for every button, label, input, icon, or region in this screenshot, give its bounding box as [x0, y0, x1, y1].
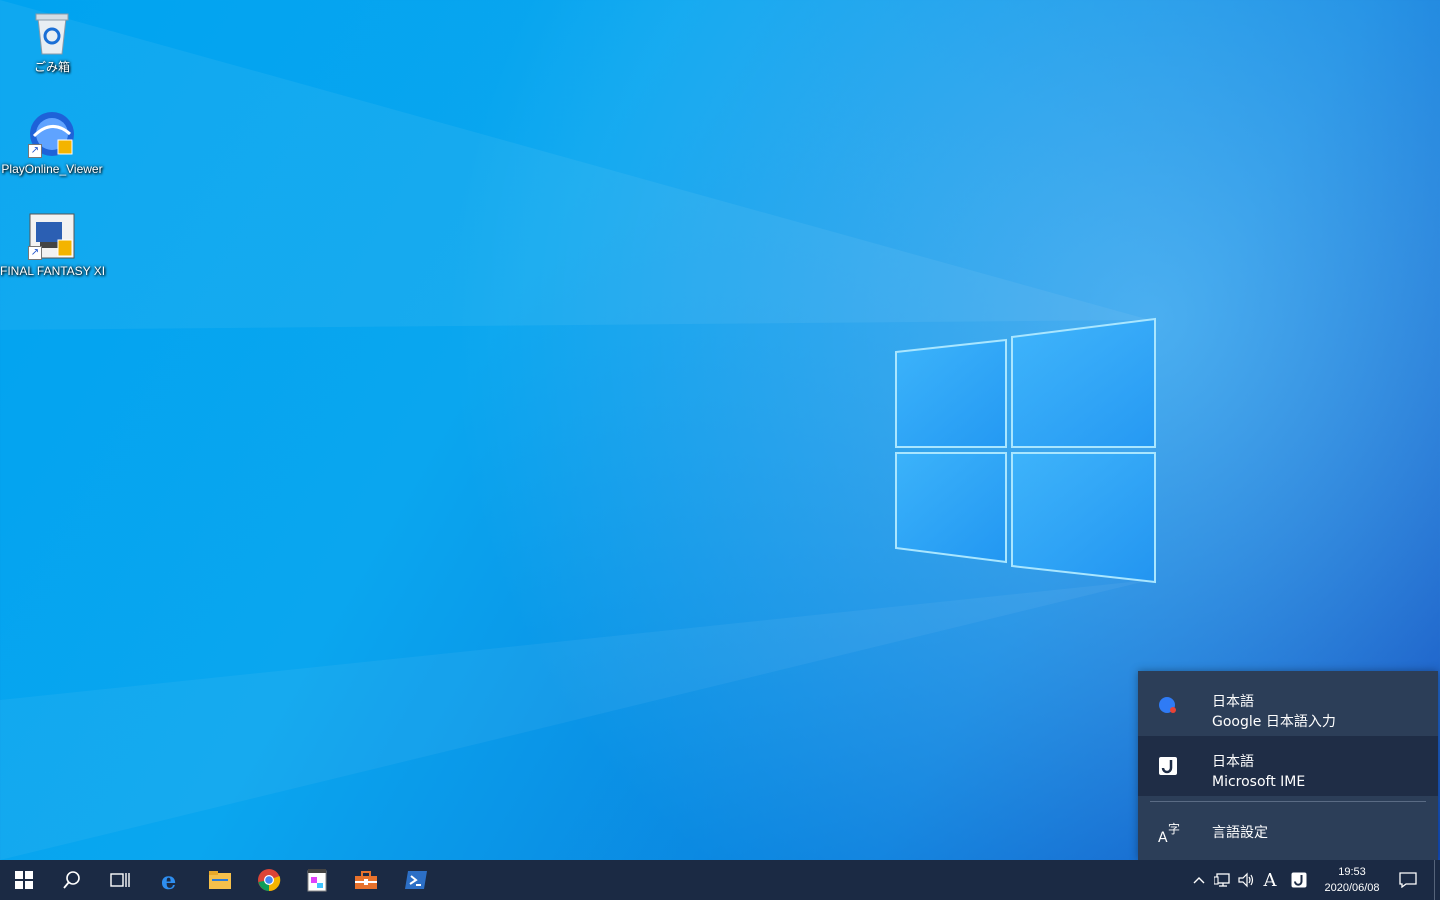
taskbar-app-toolbox[interactable]: [342, 860, 390, 900]
volume-button[interactable]: [1236, 860, 1258, 900]
svg-text:e: e: [161, 868, 176, 892]
show-hidden-icons-button[interactable]: [1188, 860, 1210, 900]
search-button[interactable]: [48, 860, 96, 900]
desktop-icon-label: PlayOnline_Viewer: [1, 162, 103, 176]
shortcut-arrow-icon: ↗: [28, 246, 42, 260]
ime-mode-indicator[interactable]: A: [1259, 860, 1281, 900]
action-center-button[interactable]: [1394, 860, 1422, 900]
show-desktop-button[interactable]: [1434, 860, 1440, 900]
taskbar-app-powershell[interactable]: [392, 860, 440, 900]
language-settings-label: 言語設定: [1212, 825, 1268, 841]
input-method-menu: 日本語 Google 日本語入力 日本語 Microsoft IME A 字 言…: [1138, 671, 1438, 860]
toolbox-icon: [355, 871, 377, 889]
chevron-up-icon: [1193, 877, 1205, 884]
playonline-icon: ↗: [28, 110, 76, 158]
notepad-icon: [307, 869, 327, 892]
ime-language-label: 日本語: [1212, 754, 1254, 770]
svg-text:A: A: [1158, 830, 1168, 844]
svg-text:字: 字: [1168, 821, 1180, 836]
final-fantasy-icon: ↗: [28, 212, 76, 260]
shortcut-arrow-icon: ↗: [28, 144, 42, 158]
language-settings-icon: A 字: [1158, 820, 1182, 846]
ime-name-label: Google 日本語入力: [1212, 714, 1336, 730]
taskbar-app-notepad[interactable]: [293, 860, 341, 900]
task-view-button[interactable]: [96, 860, 144, 900]
taskbar-app-edge[interactable]: e: [147, 860, 195, 900]
ime-name-label: Microsoft IME: [1212, 774, 1306, 790]
powershell-icon: [405, 871, 427, 889]
network-button[interactable]: [1212, 860, 1234, 900]
taskbar-app-file-explorer[interactable]: [196, 860, 244, 900]
file-explorer-icon: [209, 871, 231, 889]
clock-time: 19:53: [1338, 866, 1366, 878]
edge-icon: e: [161, 868, 176, 892]
desktop-icon-label: ごみ箱: [33, 60, 70, 74]
recycle-bin-icon: [28, 8, 76, 56]
network-icon: [1214, 873, 1230, 887]
notification-icon: [1399, 872, 1417, 888]
search-icon: [63, 871, 80, 889]
desktop-icon-recycle-bin[interactable]: ごみ箱: [0, 8, 104, 74]
ime-language-label: 日本語: [1212, 694, 1254, 710]
system-clock[interactable]: 19:53 2020/06/08: [1316, 864, 1388, 896]
desktop-icon-playonline-viewer[interactable]: ↗ PlayOnline_Viewer: [0, 110, 104, 176]
start-button[interactable]: [0, 860, 48, 900]
desktop-icon-final-fantasy-xi[interactable]: ↗ FINAL FANTASY XI: [0, 212, 106, 278]
ime-switch-button[interactable]: [1287, 860, 1311, 900]
taskbar-app-chrome[interactable]: [245, 860, 293, 900]
chrome-icon: [258, 869, 281, 892]
task-view-icon: [110, 873, 130, 887]
language-settings-item[interactable]: A 字 言語設定: [1138, 802, 1438, 860]
ime-item-microsoft[interactable]: 日本語 Microsoft IME: [1138, 736, 1438, 796]
taskbar: e A 19:53 2020/06/08: [0, 860, 1440, 900]
microsoft-ime-icon: [1158, 756, 1178, 776]
speaker-icon: [1238, 872, 1254, 888]
ime-item-google[interactable]: 日本語 Google 日本語入力: [1138, 676, 1438, 736]
google-ime-icon: [1158, 696, 1178, 716]
desktop-icon-label: FINAL FANTASY XI: [0, 264, 106, 278]
start-icon: [15, 871, 33, 889]
clock-date: 2020/06/08: [1324, 882, 1380, 894]
microsoft-ime-icon: [1291, 872, 1307, 888]
